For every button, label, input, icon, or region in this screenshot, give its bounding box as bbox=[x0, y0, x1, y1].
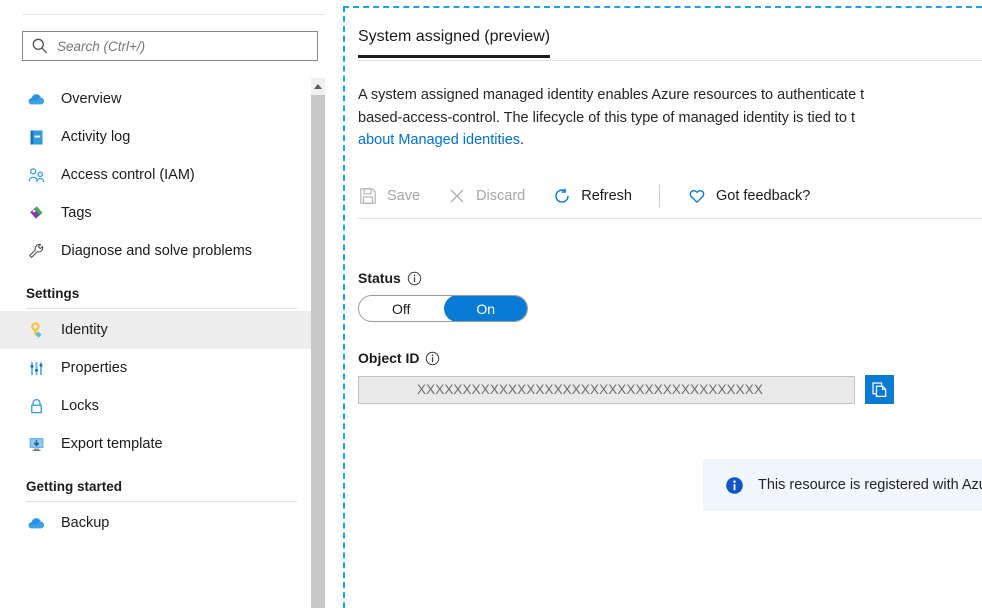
resource-sidebar: « Overview bbox=[0, 0, 325, 608]
identity-content-panel: System assigned (preview) A system assig… bbox=[325, 0, 982, 608]
sidebar-item-activity-log[interactable]: Activity log bbox=[0, 118, 325, 156]
search-icon bbox=[31, 37, 49, 55]
tag-icon bbox=[26, 203, 47, 224]
info-icon[interactable] bbox=[407, 271, 422, 286]
search-box[interactable] bbox=[22, 31, 318, 61]
sidebar-group-divider bbox=[26, 501, 297, 502]
save-button[interactable]: Save bbox=[358, 186, 420, 206]
object-id-section: Object ID bbox=[358, 350, 894, 404]
save-label: Save bbox=[387, 188, 420, 204]
sidebar-item-export-template[interactable]: Export template bbox=[0, 425, 325, 463]
save-icon bbox=[358, 186, 378, 206]
sidebar-item-access-control[interactable]: Access control (IAM) bbox=[0, 156, 325, 194]
tab-system-assigned[interactable]: System assigned (preview) bbox=[358, 28, 550, 58]
description-line-3: about Managed identities. bbox=[358, 129, 982, 152]
cloud-icon bbox=[26, 89, 47, 110]
sidebar-item-backup[interactable]: Backup bbox=[0, 504, 325, 542]
chevron-up-icon bbox=[314, 84, 322, 89]
wrench-icon bbox=[26, 241, 47, 262]
people-icon bbox=[26, 165, 47, 186]
cloud-icon bbox=[26, 513, 47, 534]
sidebar-item-properties[interactable]: Properties bbox=[0, 349, 325, 387]
scroll-up-button[interactable] bbox=[311, 78, 325, 95]
status-label-row: Status bbox=[358, 270, 528, 286]
copy-icon bbox=[870, 380, 889, 399]
sidebar-item-label: Tags bbox=[61, 205, 92, 221]
sidebar-item-label: Export template bbox=[61, 436, 163, 452]
sidebar-item-label: Backup bbox=[61, 515, 109, 531]
sidebar-group-divider bbox=[26, 308, 297, 309]
tab-strip-divider bbox=[358, 60, 982, 61]
sidebar-item-locks[interactable]: Locks bbox=[0, 387, 325, 425]
sidebar-item-label: Access control (IAM) bbox=[61, 167, 195, 183]
sidebar-item-label: Overview bbox=[61, 91, 121, 107]
sidebar-item-overview[interactable]: Overview bbox=[0, 80, 325, 118]
object-id-input[interactable] bbox=[358, 376, 855, 404]
feedback-label: Got feedback? bbox=[716, 188, 810, 204]
sidebar-item-label: Activity log bbox=[61, 129, 130, 145]
status-toggle-off[interactable]: Off bbox=[359, 296, 444, 321]
description-line-1: A system assigned managed identity enabl… bbox=[358, 84, 982, 107]
sidebar-scrollbar[interactable] bbox=[311, 78, 325, 608]
aad-registration-banner: This resource is registered with Azure A… bbox=[703, 459, 982, 511]
status-toggle-on[interactable]: On bbox=[444, 295, 529, 322]
azure-portal-identity-blade: « Overview bbox=[0, 0, 982, 608]
lock-icon bbox=[26, 396, 47, 417]
refresh-icon bbox=[552, 186, 572, 206]
banner-text: This resource is registered with Azure A… bbox=[758, 477, 982, 493]
command-bar: Save Discard Refresh bbox=[358, 181, 837, 211]
sidebar-item-label: Locks bbox=[61, 398, 99, 414]
close-icon bbox=[447, 186, 467, 206]
status-section: Status Off On bbox=[358, 270, 528, 322]
sidebar-item-label: Identity bbox=[61, 322, 108, 338]
sidebar-item-label: Properties bbox=[61, 360, 127, 376]
sidebar-group-getting-started: Getting started bbox=[0, 479, 325, 502]
sidebar-group-title: Getting started bbox=[26, 479, 297, 501]
status-label: Status bbox=[358, 270, 401, 286]
book-icon bbox=[26, 127, 47, 148]
discard-label: Discard bbox=[476, 188, 525, 204]
object-id-label-row: Object ID bbox=[358, 350, 894, 366]
identity-description: A system assigned managed identity enabl… bbox=[358, 84, 982, 152]
info-filled-icon bbox=[725, 476, 744, 495]
description-line-2: based-access-control. The lifecycle of t… bbox=[358, 107, 982, 130]
got-feedback-button[interactable]: Got feedback? bbox=[687, 186, 810, 206]
command-separator bbox=[659, 185, 660, 207]
refresh-label: Refresh bbox=[581, 188, 632, 204]
sidebar-group-settings: Settings bbox=[0, 286, 325, 309]
sliders-icon bbox=[26, 358, 47, 379]
object-id-row bbox=[358, 375, 894, 404]
discard-button[interactable]: Discard bbox=[447, 186, 525, 206]
heart-icon bbox=[687, 186, 707, 206]
object-id-label: Object ID bbox=[358, 350, 419, 366]
description-period: . bbox=[520, 132, 524, 148]
status-toggle[interactable]: Off On bbox=[358, 295, 528, 322]
tab-strip: System assigned (preview) bbox=[358, 28, 982, 58]
sidebar-item-tags[interactable]: Tags bbox=[0, 194, 325, 232]
sidebar-item-identity[interactable]: Identity bbox=[0, 311, 325, 349]
export-template-icon bbox=[26, 434, 47, 455]
sidebar-item-label: Diagnose and solve problems bbox=[61, 243, 252, 259]
info-icon[interactable] bbox=[425, 351, 440, 366]
key-icon bbox=[26, 320, 47, 341]
sidebar-item-diagnose[interactable]: Diagnose and solve problems bbox=[0, 232, 325, 270]
search-input[interactable] bbox=[57, 39, 309, 54]
managed-identities-link[interactable]: about Managed identities bbox=[358, 132, 520, 148]
copy-object-id-button[interactable] bbox=[865, 375, 894, 404]
sidebar-top-divider bbox=[22, 14, 325, 15]
sidebar-group-title: Settings bbox=[26, 286, 297, 308]
sidebar-nav: Overview Activity log bbox=[0, 80, 325, 542]
command-bar-divider bbox=[358, 218, 982, 219]
refresh-button[interactable]: Refresh bbox=[552, 186, 632, 206]
